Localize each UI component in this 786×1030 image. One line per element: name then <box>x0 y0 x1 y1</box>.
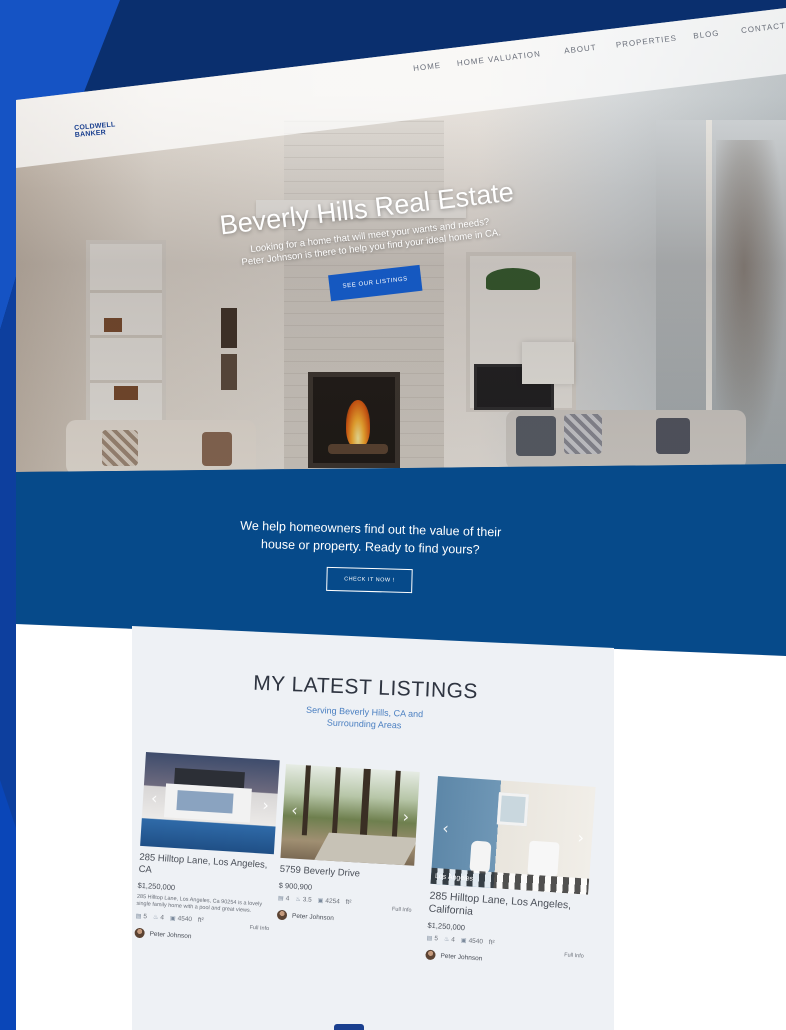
sqft-value: 4254 <box>325 897 340 906</box>
listings-header: MY LATEST LISTINGS Serving Beverly Hills… <box>234 671 496 735</box>
listing-address[interactable]: 285 Hilltop Lane, Los Angeles, Californi… <box>428 890 587 927</box>
nav-home[interactable]: HOME <box>413 61 442 73</box>
listing-card[interactable]: ‹ › Los Angeles 5 285 Hilltop Lane, Los … <box>425 776 596 971</box>
agent-name: Peter Johnson <box>291 912 335 922</box>
photo-detail <box>527 840 560 877</box>
area: ▣ 4540 ft² <box>461 937 495 946</box>
agent-name: Peter Johnson <box>440 952 483 963</box>
avatar <box>276 909 288 921</box>
bed-icon: ▤ <box>135 912 142 921</box>
baths: ♨ 4 <box>153 914 164 922</box>
baths: ♨ 4 <box>444 936 455 944</box>
chevron-left-icon[interactable]: ‹ <box>291 800 299 819</box>
listing-card[interactable]: ‹ › 285 Hilltop Lane, Los Angeles, CA $1… <box>134 752 280 946</box>
baths-value: 4 <box>160 914 165 922</box>
listing-photo[interactable]: ‹ › Los Angeles 5 <box>430 776 596 895</box>
avatar <box>425 949 436 961</box>
nav-blog[interactable]: BLOG <box>693 29 720 41</box>
listing-photo[interactable]: ‹ › <box>280 764 420 866</box>
beds-value: 5 <box>434 935 439 943</box>
listing-address[interactable]: 285 Hilltop Lane, Los Angeles, CA <box>138 852 273 884</box>
listing-description: 285 Hilltop Lane, Los Angeles, Ca 90254 … <box>136 893 263 914</box>
beds-value: 5 <box>143 913 148 921</box>
check-it-now-button[interactable]: CHECK IT NOW ! <box>326 566 413 594</box>
photo-detail <box>469 840 492 874</box>
sqft-value: 4540 <box>177 915 193 924</box>
baths-value: 4 <box>451 936 456 944</box>
area-icon: ▣ <box>317 897 324 905</box>
valuation-content: We help homeowners find out the value of… <box>209 516 531 596</box>
chevron-left-icon[interactable]: ‹ <box>442 818 450 837</box>
photo-detail <box>176 790 234 814</box>
photo-detail <box>359 768 371 839</box>
baths-value: 3.5 <box>302 896 312 904</box>
chevron-right-icon[interactable]: › <box>402 807 410 826</box>
sqft-value: 4540 <box>468 937 484 946</box>
agent-name: Peter Johnson <box>149 930 192 940</box>
website-mockup: COLDWELL BANKER HOME HOME VALUATION ABOU… <box>16 0 786 1030</box>
full-info-link[interactable]: Full Info <box>392 907 412 914</box>
area: ▣ 4254 ft² <box>317 897 351 906</box>
avatar <box>134 927 145 939</box>
chevron-left-icon[interactable]: ‹ <box>151 788 159 807</box>
beds: ▤ 5 <box>426 935 438 943</box>
area-icon: ▣ <box>460 937 467 945</box>
beds: ▤ 5 <box>135 913 147 921</box>
bath-icon: ♨ <box>443 935 450 944</box>
bath-icon: ♨ <box>295 895 301 904</box>
valuation-copy: We help homeowners find out the value of… <box>210 516 531 560</box>
chevron-right-icon[interactable]: › <box>577 828 585 847</box>
bed-icon: ▤ <box>426 934 433 942</box>
beds-value: 4 <box>285 895 290 903</box>
sqft-unit: ft² <box>197 916 204 924</box>
sqft-unit: ft² <box>345 898 352 907</box>
photo-detail <box>313 832 419 866</box>
photo-detail <box>391 770 401 841</box>
chevron-right-icon[interactable]: › <box>262 795 270 814</box>
coldwell-banker-logo[interactable]: COLDWELL BANKER <box>74 121 119 143</box>
baths: ♨ 3.5 <box>295 896 312 904</box>
listing-address[interactable]: 5759 Beverly Drive <box>279 864 413 884</box>
next-section-indicator <box>334 1024 364 1030</box>
photo-count: 5 <box>580 883 585 891</box>
sqft-unit: ft² <box>488 938 495 947</box>
full-info-link[interactable]: Full Info <box>249 925 269 932</box>
area: ▣ 4540 ft² <box>170 915 204 924</box>
area-icon: ▣ <box>169 914 176 923</box>
photo-detail <box>496 792 529 827</box>
beds: ▤ 4 <box>278 895 290 903</box>
bed-icon: ▤ <box>277 894 284 903</box>
bath-icon: ♨ <box>152 913 159 922</box>
listing-photo[interactable]: ‹ › <box>140 752 280 855</box>
listing-card[interactable]: ‹ › 5759 Beverly Drive $ 900,900 ▤ 4 ♨ 3.5… <box>276 764 420 928</box>
photo-detail <box>301 765 311 836</box>
photo-detail <box>331 766 341 838</box>
